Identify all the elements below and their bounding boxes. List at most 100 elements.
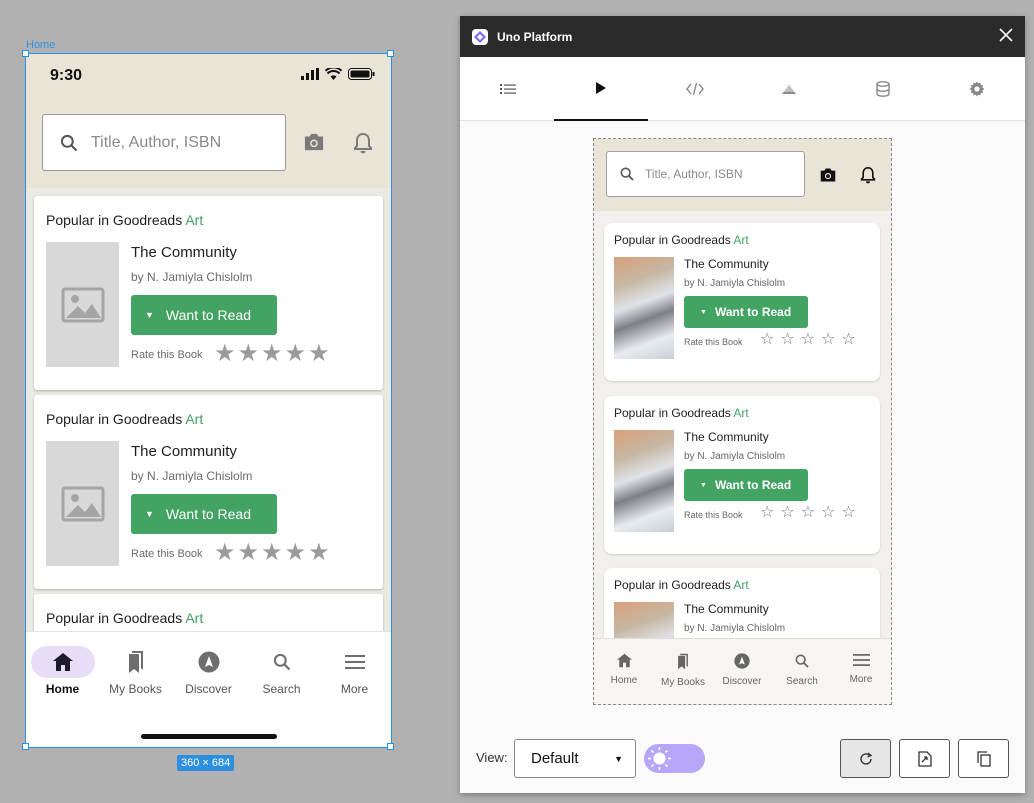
- nav-my-books[interactable]: My Books: [653, 653, 713, 688]
- preview-feed[interactable]: Popular in Goodreads Art The Community b…: [594, 211, 891, 638]
- nav-home[interactable]: Home: [594, 653, 654, 686]
- close-icon[interactable]: [999, 28, 1013, 42]
- star-icon[interactable]: ★: [261, 342, 283, 366]
- book-cover-placeholder[interactable]: [46, 441, 119, 566]
- layers-icon: [782, 85, 796, 94]
- dropdown-arrow-icon: ▼: [700, 308, 707, 316]
- card-title-category[interactable]: Art: [185, 212, 203, 228]
- star-icon[interactable]: ★: [285, 541, 307, 565]
- nav-discover[interactable]: Discover: [172, 646, 245, 696]
- star-outline-icon[interactable]: ☆: [780, 332, 794, 348]
- star-icon[interactable]: ★: [261, 541, 283, 565]
- rating-stars[interactable]: ★ ★ ★ ★ ★: [214, 541, 330, 565]
- camera-icon[interactable]: [303, 132, 325, 152]
- star-icon[interactable]: ★: [238, 342, 260, 366]
- star-outline-icon[interactable]: ☆: [821, 505, 835, 521]
- book-card: Popular in Goodreads Art: [34, 594, 383, 631]
- star-outline-icon[interactable]: ☆: [801, 332, 815, 348]
- nav-home[interactable]: Home: [26, 646, 99, 696]
- star-outline-icon[interactable]: ☆: [841, 332, 855, 348]
- book-card: Popular in Goodreads Art The Community b…: [604, 396, 880, 554]
- search-icon: [620, 167, 634, 181]
- book-title[interactable]: The Community: [131, 244, 237, 261]
- book-title[interactable]: The Community: [684, 430, 769, 444]
- nav-more[interactable]: More: [831, 653, 891, 685]
- star-icon[interactable]: ★: [238, 541, 260, 565]
- search-input[interactable]: Title, Author, ISBN: [42, 114, 286, 171]
- tab-preview[interactable]: [554, 57, 648, 121]
- card-title-category[interactable]: Art: [733, 406, 748, 420]
- tab-layers[interactable]: [742, 57, 836, 121]
- star-outline-icon[interactable]: ☆: [760, 505, 774, 521]
- preview-header: Title, Author, ISBN: [594, 139, 891, 211]
- resize-handle[interactable]: [387, 743, 394, 750]
- phone-frame[interactable]: 9:30 Title, Author, ISBN Popular in Good…: [25, 53, 392, 748]
- tool-tabs: [460, 57, 1025, 121]
- want-to-read-button[interactable]: ▼ Want to Read: [131, 494, 277, 534]
- window-titlebar: Uno Platform: [460, 16, 1025, 57]
- star-outline-icon[interactable]: ☆: [821, 332, 835, 348]
- export-button[interactable]: [899, 739, 950, 778]
- nav-label: Discover: [185, 682, 232, 696]
- image-placeholder-icon: [61, 486, 104, 521]
- search-icon: [60, 134, 78, 151]
- star-icon[interactable]: ★: [308, 342, 330, 366]
- preview-search-input[interactable]: Title, Author, ISBN: [606, 151, 805, 197]
- want-to-read-label: Want to Read: [165, 506, 252, 522]
- want-to-read-button[interactable]: ▼ Want to Read: [131, 295, 277, 335]
- card-title: Popular in Goodreads Art: [614, 233, 749, 247]
- list-icon: [500, 84, 516, 94]
- file-export-icon: [917, 750, 932, 767]
- book-cover-image[interactable]: [614, 602, 674, 638]
- resize-handle[interactable]: [22, 743, 29, 750]
- copy-button[interactable]: [958, 739, 1009, 778]
- star-icon[interactable]: ★: [214, 342, 236, 366]
- want-to-read-button[interactable]: ▼ Want to Read: [684, 296, 808, 328]
- dropdown-arrow-icon: ▼: [145, 509, 154, 519]
- nav-search[interactable]: Search: [245, 646, 318, 696]
- frame-label[interactable]: Home: [26, 39, 55, 51]
- tab-elements[interactable]: [461, 57, 555, 121]
- notifications-bell-icon[interactable]: [860, 166, 876, 184]
- book-title[interactable]: The Community: [684, 602, 769, 616]
- star-outline-icon[interactable]: ☆: [780, 505, 794, 521]
- feed-list[interactable]: Popular in Goodreads Art The Community b…: [26, 188, 391, 631]
- book-cover-placeholder[interactable]: [46, 242, 119, 367]
- book-title[interactable]: The Community: [684, 257, 769, 271]
- tab-data[interactable]: [836, 57, 930, 121]
- star-outline-icon[interactable]: ☆: [841, 505, 855, 521]
- rating-stars[interactable]: ☆ ☆ ☆ ☆ ☆: [760, 505, 856, 521]
- notifications-bell-icon[interactable]: [353, 132, 373, 154]
- rating-stars[interactable]: ★ ★ ★ ★ ★: [214, 342, 330, 366]
- book-cover-image[interactable]: [614, 430, 674, 532]
- star-icon[interactable]: ★: [214, 541, 236, 565]
- star-outline-icon[interactable]: ☆: [760, 332, 774, 348]
- book-author: by N. Jamiyla Chislolm: [684, 451, 786, 462]
- nav-more[interactable]: More: [318, 646, 391, 696]
- book-cover-image[interactable]: [614, 257, 674, 359]
- book-title[interactable]: The Community: [131, 443, 237, 460]
- nav-my-books[interactable]: My Books: [99, 646, 172, 696]
- card-title-category[interactable]: Art: [185, 610, 203, 626]
- search-placeholder: Title, Author, ISBN: [91, 133, 222, 151]
- star-icon[interactable]: ★: [285, 342, 307, 366]
- tab-code[interactable]: [648, 57, 742, 121]
- camera-icon[interactable]: [819, 167, 837, 183]
- card-title-category[interactable]: Art: [185, 411, 203, 427]
- resize-handle[interactable]: [387, 50, 394, 57]
- resize-handle[interactable]: [22, 50, 29, 57]
- star-outline-icon[interactable]: ☆: [801, 505, 815, 521]
- view-select[interactable]: Default ▼: [514, 739, 636, 778]
- chevron-down-icon: ▼: [614, 753, 623, 764]
- nav-discover[interactable]: Discover: [712, 653, 772, 687]
- want-to-read-button[interactable]: ▼ Want to Read: [684, 469, 808, 501]
- card-title-category[interactable]: Art: [733, 233, 748, 247]
- live-preview[interactable]: Title, Author, ISBN Popular in Goodreads…: [593, 138, 892, 705]
- refresh-button[interactable]: [840, 739, 891, 778]
- star-icon[interactable]: ★: [308, 541, 330, 565]
- card-title-category[interactable]: Art: [733, 578, 748, 592]
- theme-toggle[interactable]: [644, 744, 705, 773]
- tab-settings[interactable]: [930, 57, 1024, 121]
- nav-search[interactable]: Search: [772, 653, 832, 687]
- rating-stars[interactable]: ☆ ☆ ☆ ☆ ☆: [760, 332, 856, 348]
